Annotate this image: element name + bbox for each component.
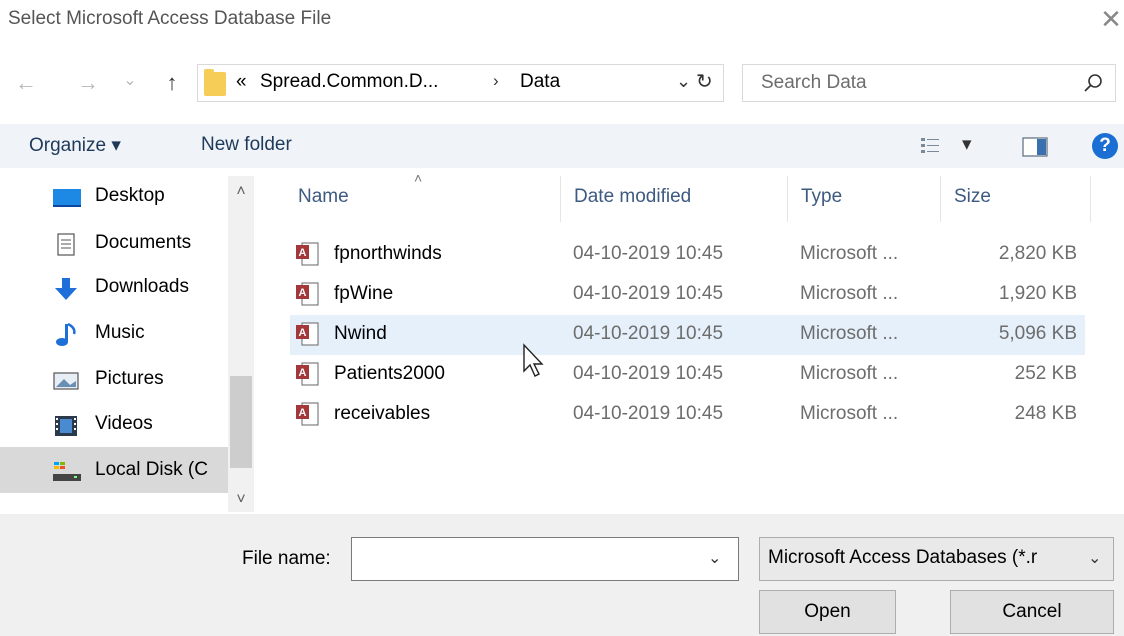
address-bar[interactable]: « Spread.Common.D... › Data ⌄ ↻ <box>197 64 724 102</box>
column-header-name[interactable]: Name <box>298 186 349 208</box>
svg-text:A: A <box>299 247 307 259</box>
mouse-cursor-icon <box>523 343 544 377</box>
file-name-input[interactable]: ⌄ <box>351 537 739 581</box>
sort-ascending-icon: ˄ <box>414 170 423 186</box>
column-header-size[interactable]: Size <box>954 186 991 208</box>
sidebar-item-pictures[interactable]: Pictures <box>52 361 232 401</box>
column-divider[interactable] <box>1090 176 1091 222</box>
svg-text:A: A <box>299 287 307 299</box>
file-row[interactable]: A receivables 04-10-2019 10:45 Microsoft… <box>290 395 1085 435</box>
chevron-down-icon[interactable]: ⌄ <box>1088 548 1101 568</box>
view-options-icon[interactable] <box>920 137 940 155</box>
access-file-icon: A <box>296 362 319 386</box>
svg-text:A: A <box>299 327 307 339</box>
folder-icon <box>204 69 226 96</box>
window-title: Select Microsoft Access Database File <box>8 8 332 29</box>
breadcrumb-overflow[interactable]: « <box>236 71 247 93</box>
local-disk-icon <box>53 462 81 481</box>
file-row-hovered[interactable]: A Nwind 04-10-2019 10:45 Microsoft ... 5… <box>290 315 1085 355</box>
chevron-down-icon[interactable]: ⌄ <box>708 548 721 568</box>
sidebar-item-documents[interactable]: Documents <box>52 225 232 265</box>
column-header-type[interactable]: Type <box>801 186 842 208</box>
close-button[interactable]: ✕ <box>1098 4 1124 34</box>
breadcrumb-item-current[interactable]: Data <box>520 71 560 93</box>
downloads-icon <box>55 278 77 300</box>
chevron-down-icon[interactable]: ⌄ <box>676 71 691 92</box>
back-button[interactable]: ← <box>10 68 42 98</box>
preview-pane-icon[interactable] <box>1022 137 1048 157</box>
access-file-icon: A <box>296 322 319 346</box>
file-name-label: File name: <box>242 548 331 569</box>
music-icon <box>56 323 76 346</box>
sidebar-item-desktop[interactable]: Desktop <box>52 178 232 218</box>
command-bar: Organize ▾ New folder ▾ ? <box>0 124 1124 168</box>
search-input[interactable]: Search Data <box>761 72 867 94</box>
refresh-icon[interactable]: ↻ <box>696 69 713 94</box>
recent-locations-button[interactable]: ⌄ <box>120 66 140 96</box>
help-icon[interactable]: ? <box>1092 133 1118 159</box>
column-header-date[interactable]: Date modified <box>574 186 691 208</box>
up-button[interactable]: ↑ <box>156 68 188 98</box>
file-row[interactable]: A fpnorthwinds 04-10-2019 10:45 Microsof… <box>290 235 1085 275</box>
sidebar-item-downloads[interactable]: Downloads <box>52 269 232 309</box>
sidebar-item-music[interactable]: Music <box>52 315 232 355</box>
scroll-up-arrow[interactable]: ˄ <box>228 182 254 202</box>
file-row[interactable]: A Patients2000 04-10-2019 10:45 Microsof… <box>290 355 1085 395</box>
sidebar-item-videos[interactable]: Videos <box>52 406 232 446</box>
column-divider[interactable] <box>560 176 561 222</box>
view-dropdown-button[interactable]: ▾ <box>962 133 972 156</box>
svg-text:A: A <box>299 407 307 419</box>
open-button[interactable]: Open <box>759 590 896 634</box>
column-divider[interactable] <box>787 176 788 222</box>
access-file-icon: A <box>296 242 319 266</box>
scroll-down-arrow[interactable]: ˅ <box>228 490 254 510</box>
search-box[interactable]: Search Data <box>742 64 1116 102</box>
videos-icon <box>55 416 77 436</box>
new-folder-button[interactable]: New folder <box>201 134 292 156</box>
file-type-select[interactable]: Microsoft Access Databases (*.r ⌄ <box>759 537 1114 581</box>
access-file-icon: A <box>296 402 319 426</box>
breadcrumb-separator[interactable]: › <box>493 71 499 91</box>
pictures-icon <box>53 372 79 390</box>
file-row[interactable]: A fpWine 04-10-2019 10:45 Microsoft ... … <box>290 275 1085 315</box>
organize-button[interactable]: Organize ▾ <box>29 134 121 157</box>
svg-text:A: A <box>299 367 307 379</box>
file-type-value[interactable]: Microsoft Access Databases (*.r <box>768 547 1084 569</box>
access-file-icon: A <box>296 282 319 306</box>
sidebar-item-local-disk[interactable]: Local Disk (C <box>52 452 232 492</box>
forward-button[interactable]: → <box>72 68 104 98</box>
documents-icon <box>57 233 75 256</box>
desktop-icon <box>53 189 81 207</box>
sidebar-scroll-thumb[interactable] <box>230 376 252 468</box>
search-icon[interactable] <box>1083 72 1105 94</box>
cancel-button[interactable]: Cancel <box>950 590 1114 634</box>
column-divider[interactable] <box>940 176 941 222</box>
breadcrumb-item-parent[interactable]: Spread.Common.D... <box>260 71 438 93</box>
